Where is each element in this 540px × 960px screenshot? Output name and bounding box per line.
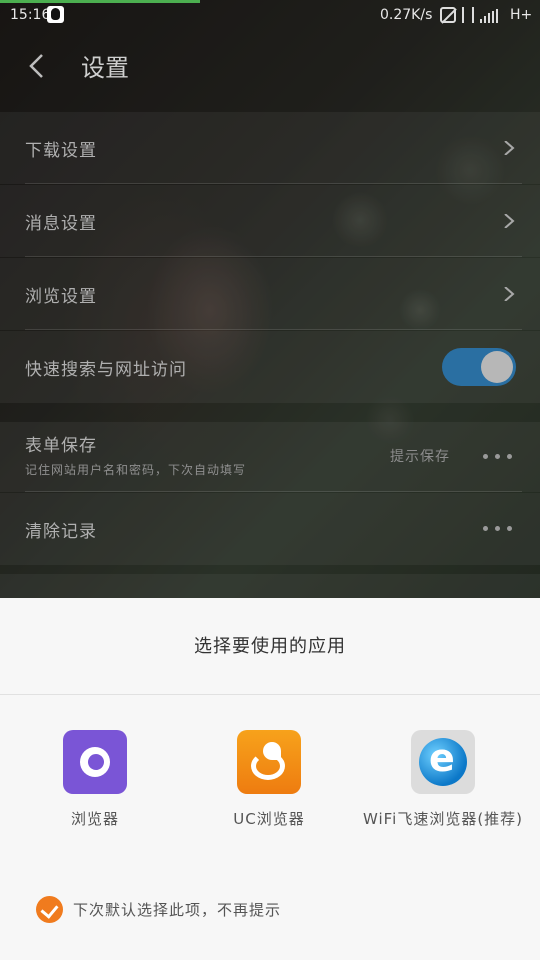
settings-item-form-save[interactable]: 表单保存 记住网站用户名和密码，下次自动填写 提示保存 [0, 422, 540, 492]
settings-item-message[interactable]: 消息设置 [0, 185, 540, 257]
settings-item-description: 记住网站用户名和密码，下次自动填写 [25, 463, 247, 477]
page-title: 设置 [81, 54, 129, 82]
back-arrow-icon[interactable] [24, 52, 52, 80]
settings-item-label: 快速搜索与网址访问 [25, 360, 187, 380]
settings-item-quick-search: 快速搜索与网址访问 [0, 331, 540, 403]
chevron-right-icon [504, 214, 515, 228]
settings-item-label: 消息设置 [25, 214, 97, 234]
quick-search-toggle[interactable] [442, 348, 516, 386]
chooser-title: 选择要使用的应用 [194, 636, 346, 657]
chevron-right-icon [504, 141, 515, 155]
divider [0, 694, 540, 695]
no-sim-icon [440, 7, 456, 23]
default-choice-label: 下次默认选择此项，不再提示 [73, 900, 282, 919]
settings-item-label: 清除记录 [25, 522, 97, 542]
status-time: 15:16 [10, 7, 51, 23]
settings-item-label: 表单保存 [25, 436, 97, 456]
default-choice-checkbox[interactable]: 下次默认选择此项，不再提示 [36, 894, 281, 924]
signal-strength-icon [480, 9, 498, 23]
app-option-browser[interactable]: 浏览器 [0, 730, 195, 829]
mi-browser-icon [63, 730, 127, 794]
settings-item-download[interactable]: 下载设置 [0, 112, 540, 184]
vibrate-icon [462, 7, 474, 23]
more-dots-icon [483, 526, 512, 531]
wifi-browser-icon [411, 730, 475, 794]
app-option-wifi-browser[interactable]: WiFi飞速浏览器(推荐) [343, 730, 540, 829]
settings-item-value: 提示保存 [390, 449, 450, 465]
settings-item-label: 浏览设置 [25, 287, 97, 307]
app-chooser-sheet: 选择要使用的应用 浏览器 UC浏览器 WiFi飞速浏览器(推荐) 下次默认选择此… [0, 598, 540, 960]
settings-item-clear-history[interactable]: 清除记录 [0, 493, 540, 565]
app-option-label: 浏览器 [70, 810, 119, 828]
network-type: H+ [510, 7, 533, 23]
uc-browser-icon [237, 730, 301, 794]
app-option-uc-browser[interactable]: UC浏览器 [169, 730, 369, 829]
settings-item-label: 下载设置 [25, 141, 97, 161]
settings-item-browse[interactable]: 浏览设置 [0, 258, 540, 330]
app-option-label: UC浏览器 [233, 810, 305, 828]
qq-notification-icon [47, 6, 64, 23]
more-dots-icon [483, 454, 512, 459]
app-option-label: WiFi飞速浏览器(推荐) [362, 810, 524, 828]
chevron-right-icon [504, 287, 515, 301]
network-speed: 0.27K/s [380, 7, 433, 23]
checkmark-icon [36, 895, 63, 923]
status-bar: 15:16 0.27K/s H+ [0, 0, 540, 30]
settings-header: 设置 [0, 30, 540, 102]
